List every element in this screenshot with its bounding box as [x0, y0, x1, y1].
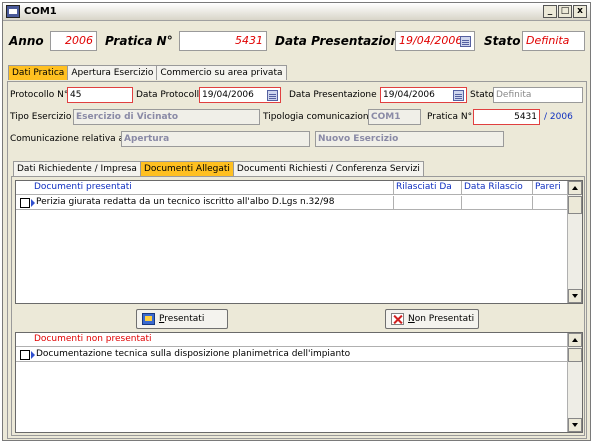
- stato-label: Stato: [484, 34, 521, 48]
- pratica-field[interactable]: 5431: [179, 31, 267, 51]
- stato-field[interactable]: Definita: [522, 31, 585, 51]
- tab-dati-pratica[interactable]: Dati Pratica: [8, 65, 69, 80]
- window-title: COM1: [24, 6, 57, 17]
- non-presentati-label: on Presentati: [414, 314, 475, 324]
- presentati-icon: [142, 313, 155, 325]
- vertical-scrollbar[interactable]: [567, 333, 582, 432]
- row-marker-icon: [31, 199, 35, 207]
- row-marker-icon: [31, 351, 35, 359]
- col-documenti-presentati[interactable]: Documenti presentati: [16, 181, 394, 195]
- pratica-form-field[interactable]: 5431: [473, 109, 540, 125]
- nuovo-esercizio-field[interactable]: Nuovo Esercizio: [315, 131, 504, 147]
- table-row[interactable]: Perizia giurata redatta da un tecnico is…: [16, 196, 582, 210]
- pratica-form-label: Pratica N°: [427, 112, 473, 122]
- anno-label: Anno: [9, 34, 44, 48]
- window-controls: _ □ x: [543, 5, 587, 18]
- row-pareri[interactable]: [533, 196, 568, 210]
- scroll-thumb[interactable]: [568, 196, 582, 214]
- tipo-esercizio-label: Tipo Esercizio: [10, 112, 72, 122]
- app-icon: [6, 5, 20, 18]
- tab-apertura-esercizio[interactable]: Apertura Esercizio: [67, 65, 158, 80]
- col-data-rilascio[interactable]: Data Rilascio: [462, 181, 533, 195]
- anno-field[interactable]: 2006: [50, 31, 97, 51]
- calendar-icon[interactable]: [460, 36, 471, 47]
- grid-header: Documenti non presentati: [16, 333, 582, 347]
- data-protocollo-label: Data Protocollo: [136, 90, 205, 100]
- comunicazione-label: Comunicazione relativa a: [10, 134, 125, 144]
- presentati-button[interactable]: Presentati: [136, 309, 228, 329]
- col-rilasciati-da[interactable]: Rilasciati Da: [394, 181, 462, 195]
- tab-documenti-allegati[interactable]: Documenti Allegati: [139, 161, 234, 176]
- data-presentazione-label: Data Presentazione: [275, 34, 408, 48]
- vertical-scrollbar[interactable]: [567, 181, 582, 303]
- tab-commercio-area-privata[interactable]: Commercio su area privata: [156, 65, 287, 80]
- col-pareri[interactable]: Pareri: [533, 181, 568, 195]
- col-documenti-non-presentati[interactable]: Documenti non presentati: [16, 333, 568, 347]
- stato-form-label: Stato: [470, 90, 494, 100]
- non-presentati-button[interactable]: Non Presentati: [385, 309, 479, 329]
- tab-documenti-richiesti[interactable]: Documenti Richiesti / Conferenza Servizi: [232, 161, 424, 176]
- close-button[interactable]: x: [573, 5, 587, 18]
- protocollo-field[interactable]: 45: [67, 87, 133, 103]
- scroll-up-button[interactable]: [568, 181, 582, 195]
- minimize-button[interactable]: _: [543, 5, 557, 18]
- documenti-non-presentati-grid: Documenti non presentati Documentazione …: [15, 332, 583, 433]
- scroll-up-button[interactable]: [568, 333, 582, 347]
- title-bar[interactable]: COM1 _ □ x: [3, 3, 590, 21]
- main-window: COM1 _ □ x Anno 2006 Pratica N° 5431 Dat…: [2, 2, 591, 441]
- stato-form-field[interactable]: Definita: [493, 87, 583, 103]
- grid-header: Documenti presentati Rilasciati Da Data …: [16, 181, 582, 195]
- sub-tabs: Dati Richiedente / Impresa Documenti All…: [13, 161, 424, 176]
- calendar-icon[interactable]: [267, 90, 278, 101]
- tipologia-label: Tipologia comunicazione: [263, 112, 375, 122]
- row-rilasciati-da[interactable]: [394, 196, 462, 210]
- scroll-down-button[interactable]: [568, 418, 582, 432]
- tab-dati-richiedente[interactable]: Dati Richiedente / Impresa: [13, 161, 141, 176]
- dati-pratica-panel: Protocollo N° 45 Data Protocollo 19/04/2…: [7, 81, 587, 439]
- header-bar: Anno 2006 Pratica N° 5431 Data Presentaz…: [3, 23, 590, 59]
- documenti-presentati-grid: Documenti presentati Rilasciati Da Data …: [15, 180, 583, 304]
- pratica-year: / 2006: [544, 112, 573, 122]
- comunicazione-field[interactable]: Apertura: [121, 131, 310, 147]
- scroll-thumb[interactable]: [568, 348, 582, 362]
- row-checkbox[interactable]: [20, 350, 30, 360]
- pratica-label: Pratica N°: [105, 34, 173, 48]
- main-tabs: Dati Pratica Apertura Esercizio Commerci…: [8, 65, 287, 80]
- presentati-label: resentati: [164, 314, 205, 324]
- data-presentazione-form-label: Data Presentazione: [289, 90, 377, 100]
- scroll-down-button[interactable]: [568, 289, 582, 303]
- non-presentati-icon: [391, 313, 404, 325]
- protocollo-label: Protocollo N°: [10, 90, 69, 100]
- row-data-rilascio[interactable]: [462, 196, 533, 210]
- maximize-button[interactable]: □: [558, 5, 572, 18]
- tipo-esercizio-field[interactable]: Esercizio di Vicinato: [73, 109, 260, 125]
- calendar-icon[interactable]: [453, 90, 464, 101]
- row-descrizione: Documentazione tecnica sulla disposizion…: [36, 349, 351, 359]
- non-presentati-accel: N: [408, 314, 415, 324]
- documenti-allegati-panel: Documenti presentati Rilasciati Da Data …: [11, 176, 585, 436]
- tipologia-field[interactable]: COM1: [368, 109, 421, 125]
- row-descrizione: Perizia giurata redatta da un tecnico is…: [36, 196, 394, 210]
- table-row[interactable]: Documentazione tecnica sulla disposizion…: [16, 348, 582, 362]
- row-checkbox[interactable]: [20, 198, 30, 208]
